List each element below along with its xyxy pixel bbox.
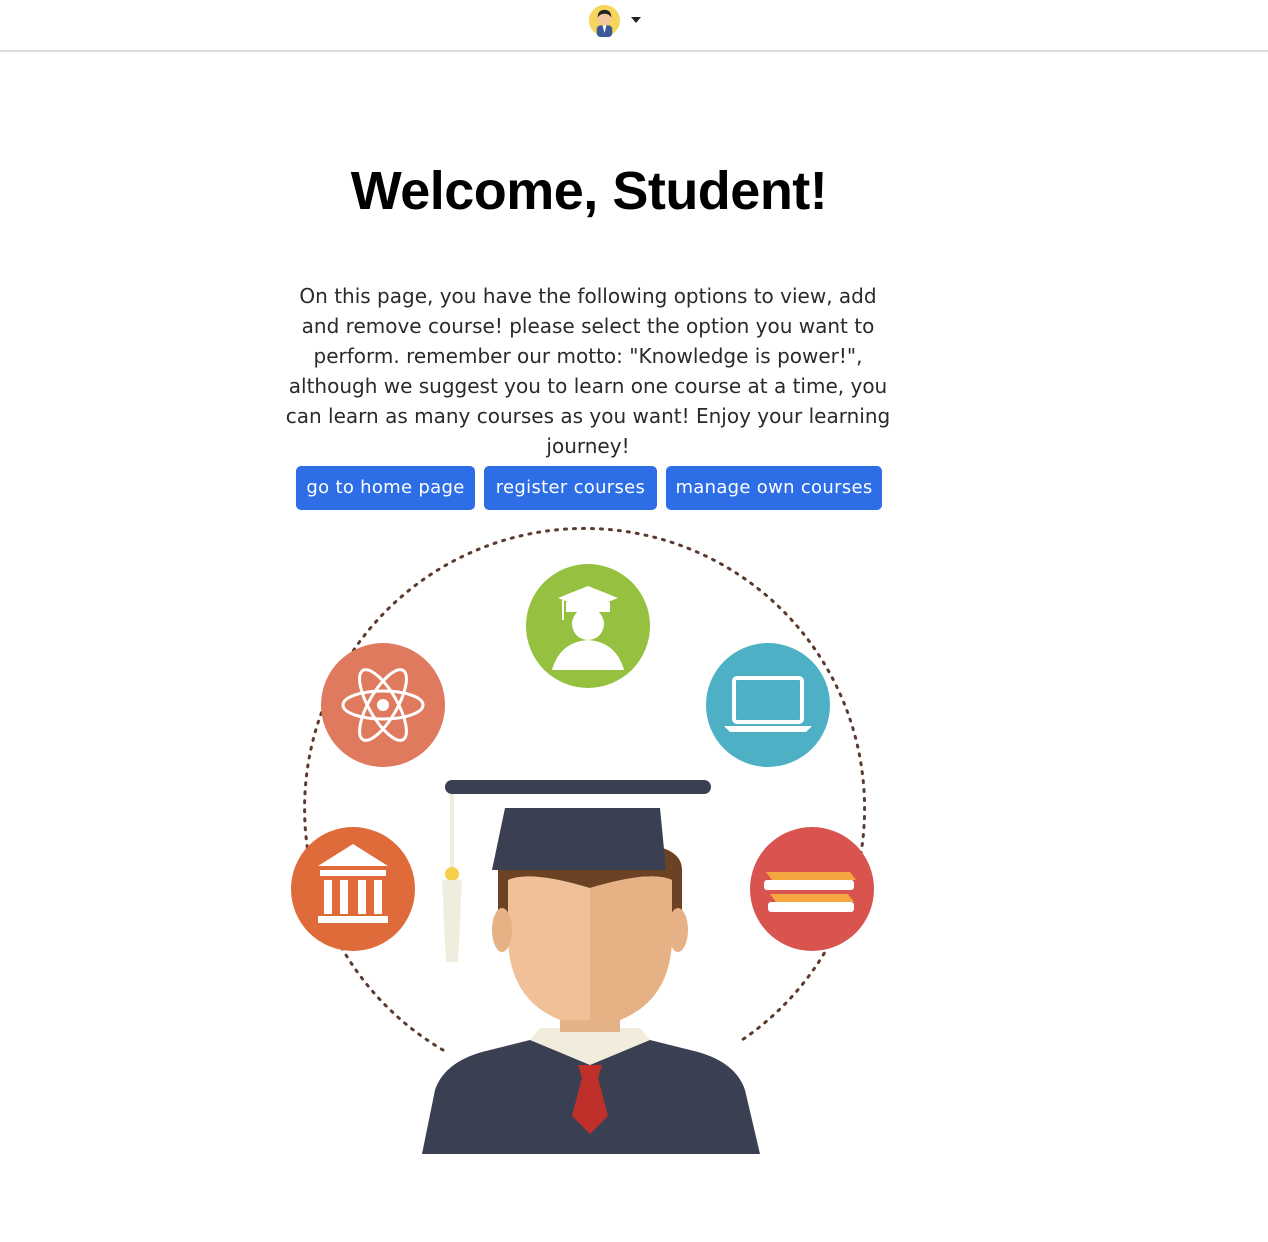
graduation-illustration	[291, 526, 874, 1154]
caret-down-icon[interactable]	[631, 17, 641, 23]
graduate-student-icon	[422, 780, 760, 1154]
student-avatar-icon[interactable]	[588, 4, 621, 37]
manage-own-courses-button[interactable]: manage own courses	[666, 466, 882, 510]
page-title: Welcome, Student!	[350, 161, 828, 221]
top-navbar	[0, 0, 1268, 52]
go-to-home-page-button[interactable]: go to home page	[296, 466, 475, 510]
graduate-icon	[526, 564, 650, 688]
atom-icon	[321, 643, 445, 767]
register-courses-button[interactable]: register courses	[484, 466, 657, 510]
books-icon	[750, 827, 874, 951]
intro-paragraph: On this page, you have the following opt…	[285, 284, 891, 458]
user-menu-toggle[interactable]	[588, 4, 644, 38]
museum-icon	[291, 827, 415, 951]
laptop-icon	[706, 643, 830, 767]
